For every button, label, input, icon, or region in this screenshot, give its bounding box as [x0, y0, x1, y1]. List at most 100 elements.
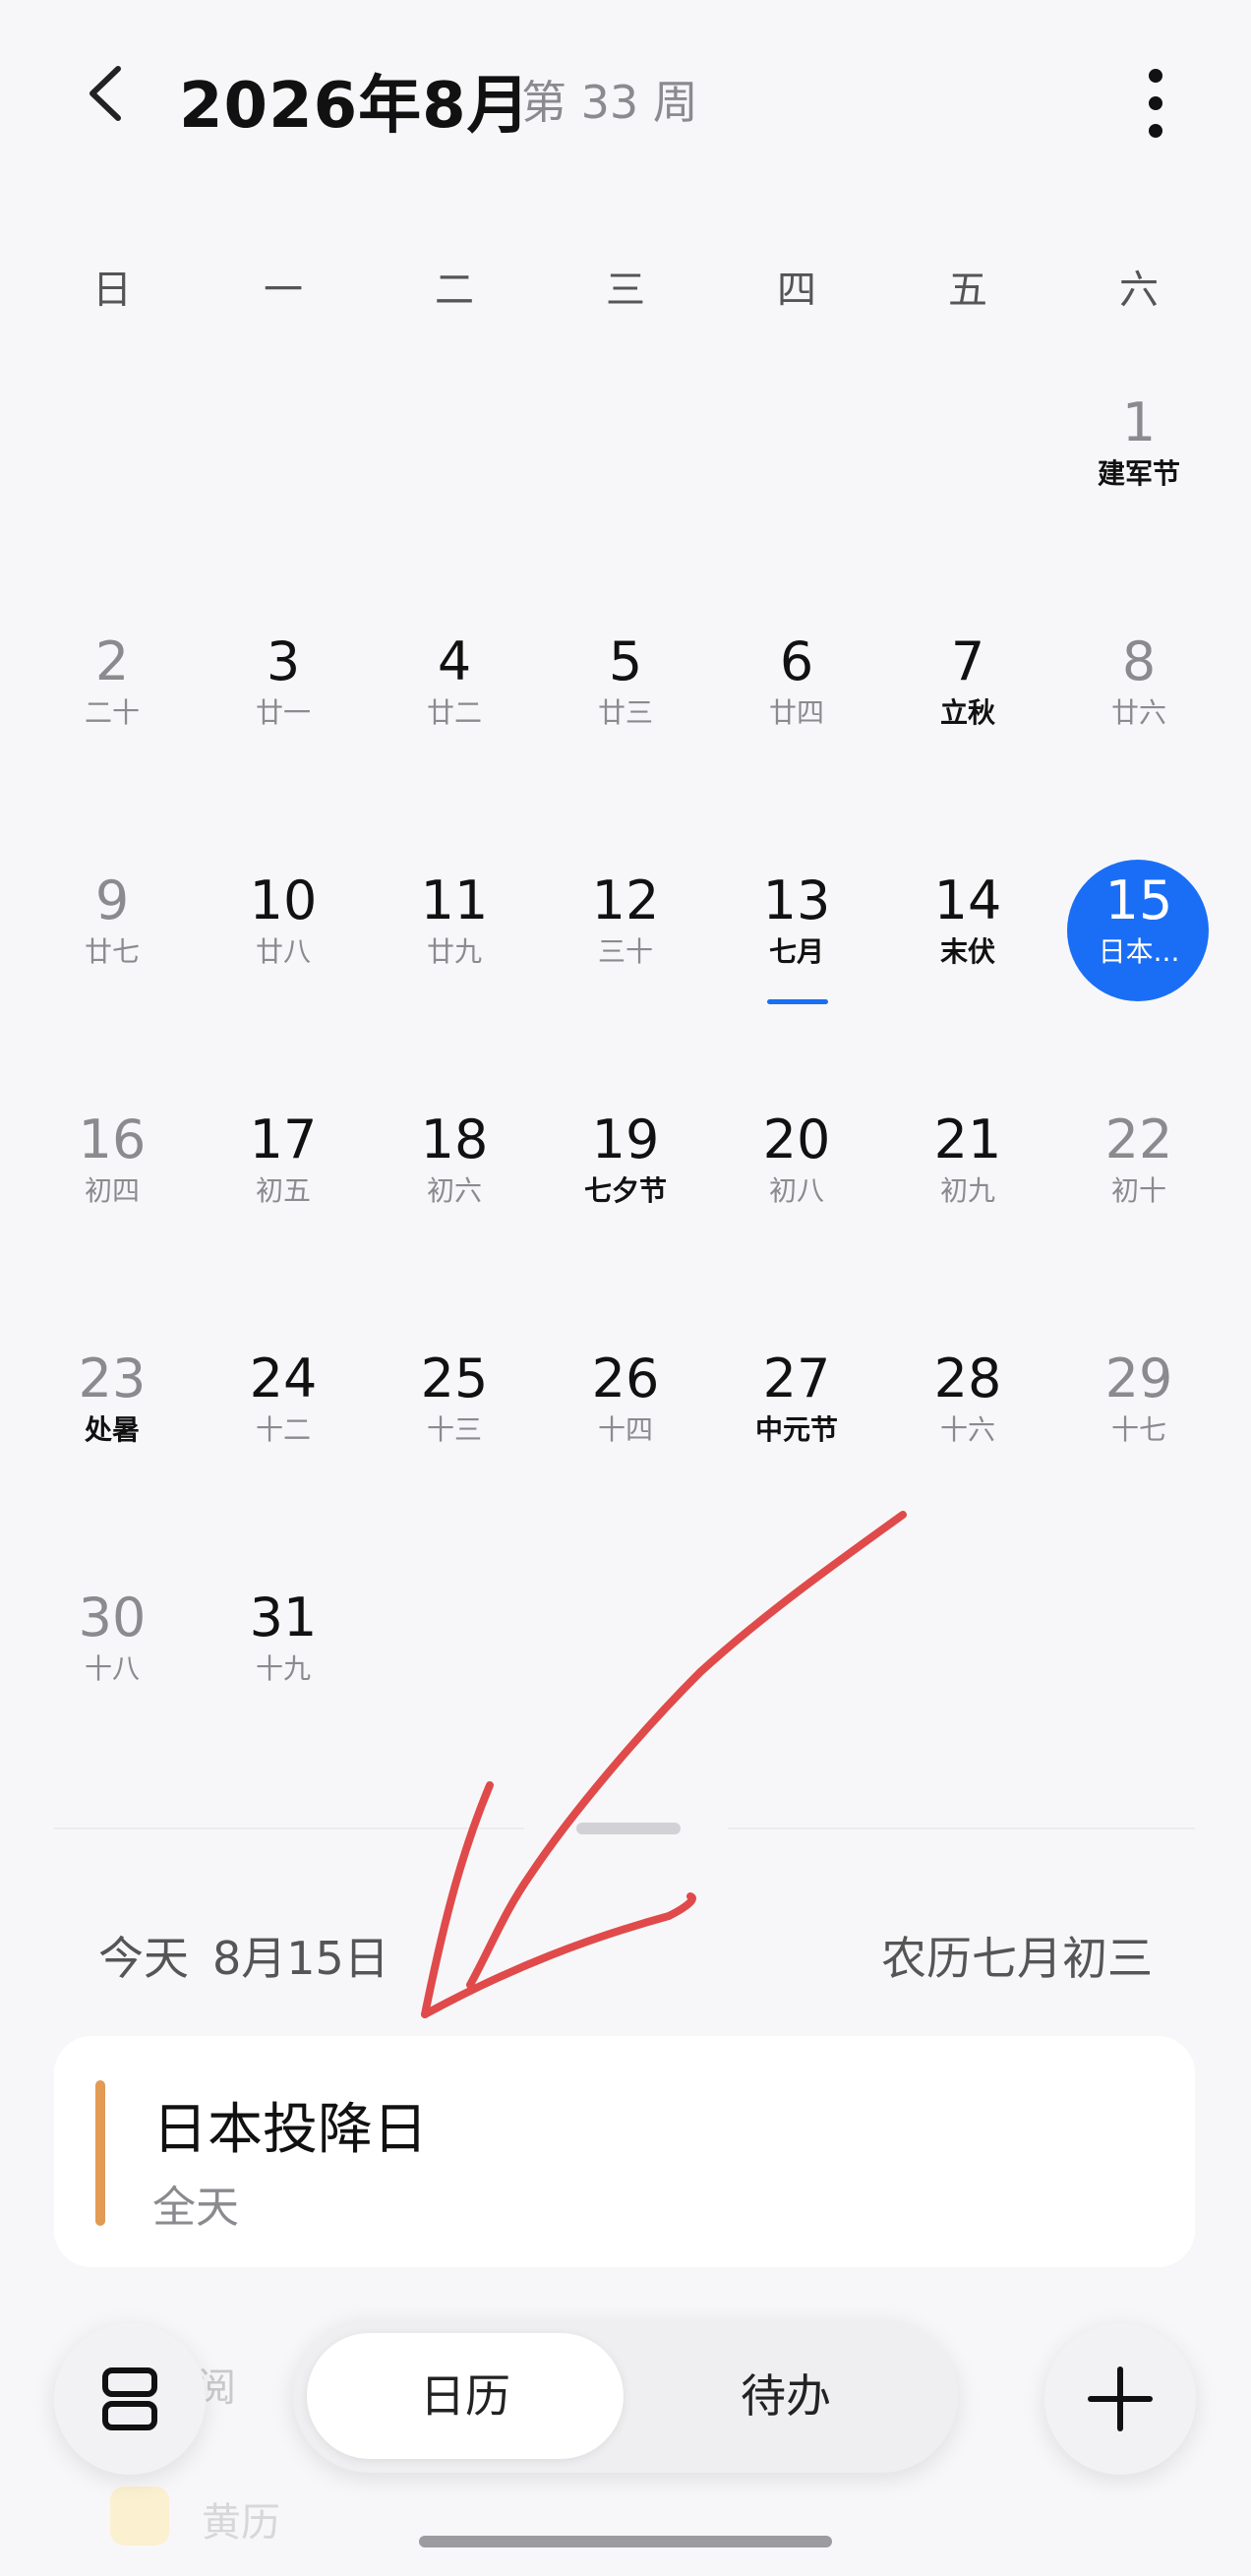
lunar-label: 初十 [1110, 1174, 1166, 1207]
almanac-icon [110, 2486, 169, 2546]
event-card[interactable]: 日本投降日 全天 [54, 2036, 1195, 2267]
calendar-day-14[interactable]: 14 末伏 [882, 862, 1053, 1058]
calendar-day-23[interactable]: 23 处暑 [27, 1340, 198, 1536]
background-text: 黄历 [202, 2500, 280, 2546]
week-number: 第 33 周 [521, 76, 698, 129]
back-button[interactable] [79, 59, 138, 128]
calendar-day-3[interactable]: 3 廿一 [198, 623, 369, 819]
day-number: 23 [78, 1348, 147, 1409]
calendar-day-17[interactable]: 17 初五 [198, 1101, 369, 1297]
lunar-label: 日本... [1098, 935, 1180, 968]
lunar-label: 末伏 [939, 935, 995, 968]
day-number: 29 [1104, 1348, 1173, 1409]
bottom-tab-bar: 日历 待办 [293, 2319, 958, 2473]
drag-handle[interactable] [576, 1823, 681, 1834]
lunar-label: 二十 [84, 696, 140, 729]
lunar-label: 十二 [255, 1413, 311, 1446]
month-start-underline [767, 999, 828, 1004]
lunar-label: 初六 [426, 1174, 482, 1207]
tab-calendar[interactable]: 日历 [307, 2333, 624, 2459]
calendar-day-8[interactable]: 8 廿六 [1053, 623, 1224, 819]
calendar-day-4[interactable]: 4 廿二 [369, 623, 540, 819]
lunar-label: 中元节 [754, 1413, 838, 1446]
lunar-label: 廿三 [597, 696, 653, 729]
calendar-day-12[interactable]: 12 三十 [540, 862, 711, 1058]
day-number: 26 [591, 1348, 660, 1409]
day-number: 12 [591, 869, 660, 931]
calendar-day-21[interactable]: 21 初九 [882, 1101, 1053, 1297]
lunar-label: 七月 [768, 935, 824, 968]
calendar-day-11[interactable]: 11 廿九 [369, 862, 540, 1058]
day-number: 16 [78, 1108, 147, 1170]
calendar-day-22[interactable]: 22 初十 [1053, 1101, 1224, 1297]
day-number: 25 [420, 1348, 489, 1409]
more-vertical-icon [1131, 69, 1180, 138]
day-number: 3 [266, 630, 301, 692]
calendar-day-1[interactable]: 1 建军节 [1053, 384, 1224, 580]
day-number: 19 [591, 1108, 660, 1170]
calendar-day-30[interactable]: 30 十八 [27, 1579, 198, 1775]
calendar-day-19[interactable]: 19 七夕节 [540, 1101, 711, 1297]
header: 2026年8月 第 33 周 [0, 0, 1251, 197]
weekday-wed: 三 [606, 268, 645, 313]
home-indicator[interactable] [419, 2536, 832, 2547]
day-number: 20 [762, 1108, 831, 1170]
day-number: 18 [420, 1108, 489, 1170]
lunar-label: 初九 [939, 1174, 995, 1207]
calendar-day-13[interactable]: 13 七月 [711, 862, 882, 1058]
day-number: 30 [78, 1587, 147, 1648]
tab-todo[interactable]: 待办 [627, 2333, 944, 2459]
day-number: 28 [933, 1348, 1002, 1409]
day-number: 1 [1121, 391, 1157, 453]
day-number: 13 [762, 869, 831, 931]
lunar-label: 十七 [1110, 1413, 1166, 1446]
calendar-day-9[interactable]: 9 廿七 [27, 862, 198, 1058]
day-number: 8 [1121, 630, 1157, 692]
lunar-label: 三十 [597, 935, 653, 968]
calendar-day-15[interactable]: 15 日本... [1053, 860, 1224, 1058]
calendar-day-29[interactable]: 29 十七 [1053, 1340, 1224, 1536]
more-menu-button[interactable] [1131, 69, 1180, 148]
month-title[interactable]: 2026年8月 [179, 55, 531, 146]
calendar-day-24[interactable]: 24 十二 [198, 1340, 369, 1536]
lunar-label: 建军节 [1097, 457, 1180, 490]
weekday-thu: 四 [777, 268, 816, 313]
view-switch-button[interactable] [54, 2323, 206, 2475]
lunar-label: 廿一 [255, 696, 311, 729]
day-number: 5 [608, 630, 643, 692]
lunar-label: 处暑 [84, 1413, 140, 1446]
today-date: 8月15日 [212, 1932, 389, 1985]
calendar-day-26[interactable]: 26 十四 [540, 1340, 711, 1536]
calendar-day-16[interactable]: 16 初四 [27, 1101, 198, 1297]
calendar-day-31[interactable]: 31 十九 [198, 1579, 369, 1775]
lunar-label: 十三 [426, 1413, 482, 1446]
add-event-button[interactable] [1044, 2323, 1196, 2475]
day-number: 6 [779, 630, 814, 692]
calendar-day-27[interactable]: 27 中元节 [711, 1340, 882, 1536]
weekday-mon: 一 [264, 268, 303, 313]
calendar-day-2[interactable]: 2 二十 [27, 623, 198, 819]
weekday-fri: 五 [948, 268, 987, 313]
lunar-label: 立秋 [939, 696, 995, 729]
calendar-day-6[interactable]: 6 廿四 [711, 623, 882, 819]
calendar-day-10[interactable]: 10 廿八 [198, 862, 369, 1058]
calendar-day-28[interactable]: 28 十六 [882, 1340, 1053, 1536]
lunar-label: 十九 [255, 1652, 311, 1685]
weekday-sun: 日 [92, 268, 132, 313]
event-time: 全天 [152, 2183, 239, 2233]
day-number: 10 [249, 869, 318, 931]
day-number: 4 [437, 630, 472, 692]
day-number: 2 [94, 630, 130, 692]
day-number: 27 [762, 1348, 831, 1409]
calendar-day-18[interactable]: 18 初六 [369, 1101, 540, 1297]
calendar-day-7[interactable]: 7 立秋 [882, 623, 1053, 819]
day-number: 14 [933, 869, 1002, 931]
day-number: 22 [1104, 1108, 1173, 1170]
weekday-tue: 二 [435, 268, 474, 313]
weekday-sat: 六 [1119, 268, 1159, 313]
day-number: 24 [249, 1348, 318, 1409]
calendar-day-20[interactable]: 20 初八 [711, 1101, 882, 1297]
day-number: 15 [1104, 869, 1173, 931]
calendar-day-25[interactable]: 25 十三 [369, 1340, 540, 1536]
calendar-day-5[interactable]: 5 廿三 [540, 623, 711, 819]
